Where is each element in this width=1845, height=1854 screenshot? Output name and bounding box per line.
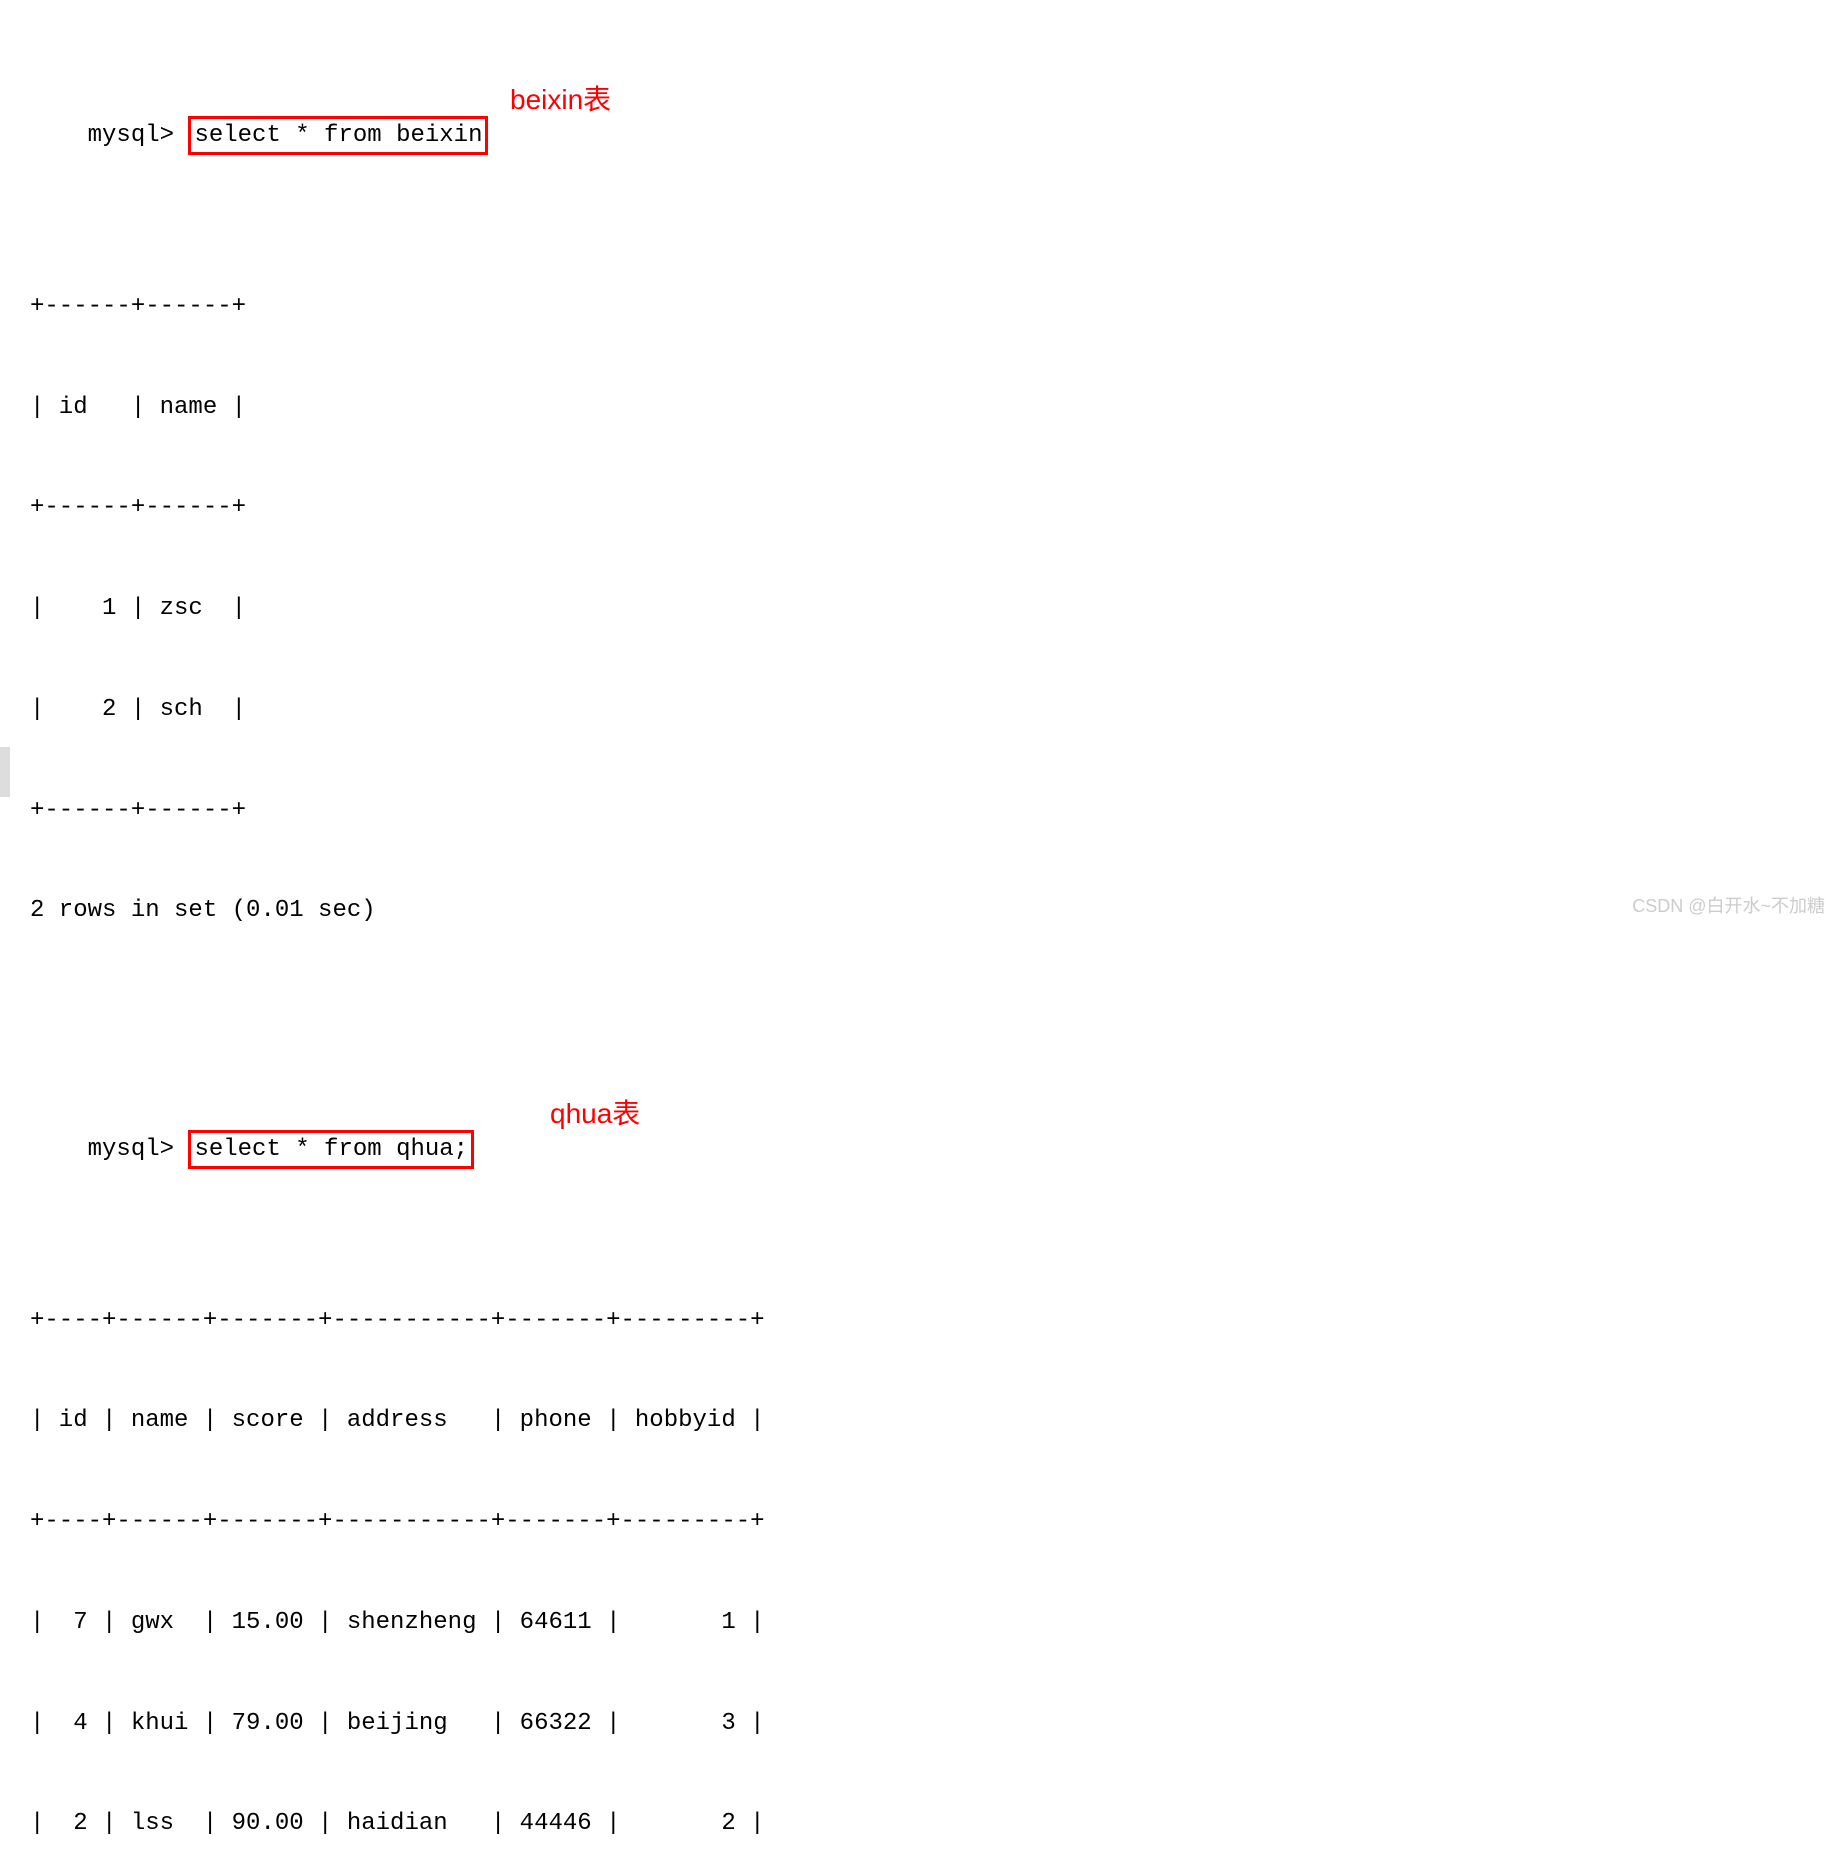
table-border: +----+------+-------+-----------+-------… — [30, 1505, 1815, 1539]
table-border: +------+------+ — [30, 290, 1815, 324]
table-border: +------+------+ — [30, 794, 1815, 828]
table-row: | 2 | lss | 90.00 | haidian | 44446 | 2 … — [30, 1807, 1815, 1841]
table-row: | 7 | gwx | 15.00 | shenzheng | 64611 | … — [30, 1606, 1815, 1640]
sql-query-beixin: select * from beixin — [188, 116, 488, 156]
table-row: | 1 | zsc | — [30, 592, 1815, 626]
annotation-beixin: beixin表 — [510, 80, 611, 119]
scrollbar-indicator — [0, 747, 10, 797]
result-footer: 2 rows in set (0.01 sec) — [30, 894, 1815, 928]
table-header-row: | id | name | — [30, 391, 1815, 425]
sql-query-qhua: select * from qhua; — [188, 1130, 474, 1170]
table-row: | 4 | khui | 79.00 | beijing | 66322 | 3… — [30, 1707, 1815, 1741]
table-header-row: | id | name | score | address | phone | … — [30, 1404, 1815, 1438]
table-row: | 2 | sch | — [30, 693, 1815, 727]
annotation-qhua: qhua表 — [550, 1094, 640, 1133]
terminal-output: mysql> select * from beixin beixin表 +---… — [30, 15, 1815, 1854]
table-border: +----+------+-------+-----------+-------… — [30, 1304, 1815, 1338]
watermark-text: CSDN @白开水~不加糖 — [1632, 894, 1825, 919]
mysql-prompt: mysql> — [88, 122, 189, 149]
mysql-prompt: mysql> — [88, 1136, 189, 1163]
table-border: +------+------+ — [30, 491, 1815, 525]
